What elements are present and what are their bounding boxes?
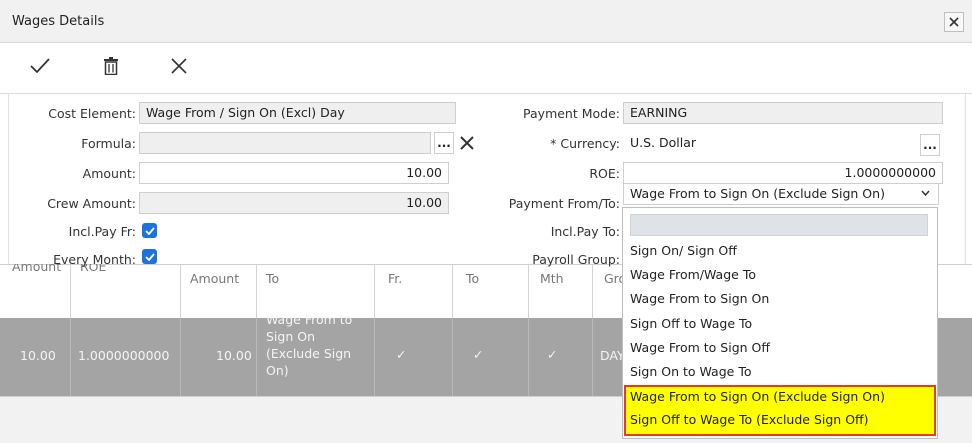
close-icon	[460, 136, 474, 150]
delete-button[interactable]	[96, 51, 126, 81]
dropdown-option[interactable]: Sign Off to Wage To	[630, 316, 752, 331]
close-icon	[171, 58, 187, 74]
chevron-down-icon	[921, 190, 930, 196]
incl-pay-fr-label: Incl.Pay Fr:	[68, 224, 136, 239]
incl-pay-to-label: Incl.Pay To:	[550, 224, 620, 239]
save-button[interactable]	[25, 51, 55, 81]
payment-from-to-select[interactable]: Wage From to Sign On (Exclude Sign On)	[623, 183, 939, 205]
dropdown-option[interactable]: Wage From to Sign On	[630, 291, 769, 306]
cell-mth-check: ✓	[547, 347, 558, 362]
dropdown-option[interactable]: Sign On/ Sign Off	[630, 243, 737, 258]
cancel-button[interactable]	[164, 51, 194, 81]
payment-from-to-label: Payment From/To:	[508, 196, 620, 211]
column-header-to[interactable]: To	[266, 271, 279, 286]
currency-field[interactable]: U.S. Dollar	[623, 132, 915, 154]
window-title: Wages Details	[12, 14, 105, 29]
currency-lookup-button[interactable]: ...	[920, 134, 940, 156]
checkmark-icon	[144, 252, 155, 261]
formula-clear-button[interactable]	[458, 134, 476, 152]
column-header-mth[interactable]: Mth	[540, 271, 564, 286]
crew-amount-field[interactable]: 10.00	[139, 192, 449, 214]
cell-group: DAY	[600, 348, 625, 363]
every-month-label: Every Month:	[53, 252, 136, 267]
column-header-to-checkbox[interactable]: To	[466, 271, 479, 286]
trash-icon	[104, 57, 118, 75]
cell-crew-amount: 10.00	[216, 348, 252, 363]
crew-amount-label: Crew Amount:	[47, 196, 136, 211]
amount-label: Amount:	[82, 166, 136, 181]
formula-label: Formula:	[81, 136, 136, 151]
every-month-checkbox[interactable]	[142, 249, 157, 264]
roe-field[interactable]: 1.0000000000	[623, 162, 943, 184]
dropdown-option-selected[interactable]: Wage From to Sign On (Exclude Sign On)	[630, 389, 885, 404]
window-close-button[interactable]	[944, 12, 964, 32]
dropdown-option[interactable]: Sign Off to Wage To (Exclude Sign Off)	[630, 412, 869, 427]
cell-roe: 1.0000000000	[78, 348, 170, 363]
dropdown-option[interactable]: Sign On to Wage To	[630, 364, 751, 379]
payment-from-to-value: Wage From to Sign On (Exclude Sign On)	[630, 186, 885, 201]
cell-amount: 10.00	[20, 348, 56, 363]
dropdown-option[interactable]: Wage From/Wage To	[630, 267, 756, 282]
cell-fr-check: ✓	[396, 347, 407, 362]
amount-field[interactable]: 10.00	[139, 162, 449, 184]
toolbar	[0, 43, 972, 94]
formula-lookup-button[interactable]: ...	[434, 132, 454, 154]
cost-element-field[interactable]: Wage From / Sign On (Excl) Day	[139, 102, 456, 124]
checkmark-icon	[30, 58, 50, 74]
checkmark-icon	[144, 226, 155, 235]
roe-label: ROE:	[589, 166, 620, 181]
cell-to: Wage From to Sign On (Exclude Sign On)	[266, 312, 353, 378]
incl-pay-fr-checkbox[interactable]	[142, 223, 157, 238]
column-header-fr[interactable]: Fr.	[388, 271, 402, 286]
currency-label: * Currency:	[550, 136, 620, 151]
payroll-group-label: Payroll Group:	[532, 252, 620, 267]
cost-element-label: Cost Element:	[48, 106, 136, 121]
close-icon	[949, 17, 959, 27]
dropdown-options: Sign On/ Sign Off Wage From/Wage To Wage…	[622, 207, 938, 439]
dropdown-option[interactable]: Wage From to Sign Off	[630, 340, 770, 355]
formula-field[interactable]	[139, 132, 431, 154]
payment-mode-label: Payment Mode:	[523, 106, 620, 121]
column-header-crew-amount[interactable]: Amount	[190, 271, 239, 286]
cell-to-check: ✓	[473, 347, 484, 362]
title-bar	[0, 0, 972, 43]
payment-mode-field[interactable]: EARNING	[623, 102, 943, 124]
